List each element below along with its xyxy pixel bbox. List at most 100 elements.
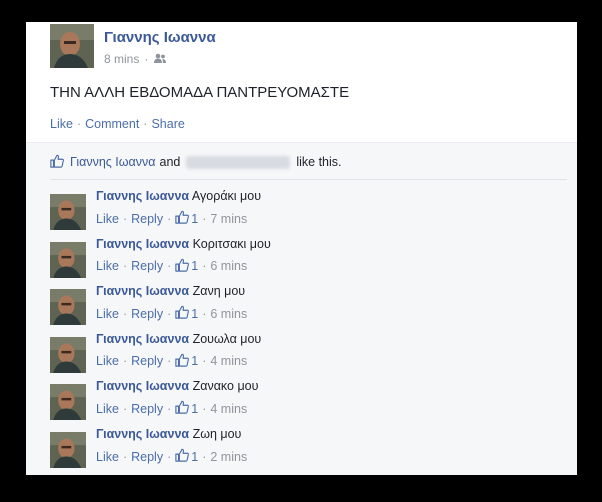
comment-timestamp[interactable]: 2 mins — [210, 450, 247, 464]
comment-like-link[interactable]: Like — [96, 212, 119, 226]
comment-author[interactable]: Γιαννης Ιωαννα — [96, 237, 189, 251]
comment-timestamp[interactable]: 4 mins — [210, 402, 247, 416]
post-timestamp[interactable]: 8 mins — [104, 52, 139, 66]
action-separator: · — [202, 211, 207, 226]
comment-actions: Like · Reply · 1 · 4 mins — [96, 353, 247, 370]
comment-body: Γιαννης Ιωαννα Κοριτσακι μου — [96, 237, 271, 251]
thumbs-up-icon[interactable] — [175, 353, 190, 370]
comment-author[interactable]: Γιαννης Ιωαννα — [96, 379, 189, 393]
meta-separator: · — [144, 52, 149, 66]
likes-summary: Γιαννης Ιωαννα and like this. — [50, 153, 342, 171]
comment-avatar[interactable] — [50, 289, 86, 326]
comment-reply-link[interactable]: Reply — [131, 212, 163, 226]
comment-reply-link[interactable]: Reply — [131, 402, 163, 416]
action-separator: · — [122, 259, 128, 274]
comment-body: Γιαννης Ιωαννα Ζωη μου — [96, 427, 241, 441]
likes-suffix: like this. — [296, 155, 342, 169]
comment-like-count[interactable]: 1 — [191, 259, 198, 273]
comment-item: Γιαννης Ιωαννα Κοριτσακι μου Like · Reply · 1… — [50, 237, 550, 281]
action-separator: · — [122, 401, 128, 416]
action-separator: · — [167, 211, 172, 226]
comment-text: Αγοράκι μου — [191, 189, 262, 203]
comment-reply-link[interactable]: Reply — [131, 307, 163, 321]
comment-reply-link[interactable]: Reply — [131, 259, 163, 273]
likes-name-link[interactable]: Γιαννης Ιωαννα — [70, 155, 156, 169]
author-avatar[interactable] — [50, 24, 94, 68]
action-separator: · — [122, 354, 128, 369]
comment-avatar[interactable] — [50, 432, 86, 468]
comment-item: Γιαννης Ιωαννα Αγοράκι μου Like · Reply · 1 · 7… — [50, 189, 550, 233]
comment-text: Ζωη μου — [192, 427, 242, 441]
comment-actions: Like · Reply · 1 · 4 mins — [96, 400, 247, 417]
action-separator: · — [76, 117, 82, 131]
comment-timestamp[interactable]: 6 mins — [210, 259, 247, 273]
comment-like-link[interactable]: Like — [96, 450, 119, 464]
comment-text: Κοριτσακι μου — [192, 236, 271, 251]
comment-actions: Like · Reply · 1 · 6 mins — [96, 258, 247, 275]
divider — [50, 179, 567, 180]
comment-timestamp[interactable]: 6 mins — [210, 307, 247, 321]
thumbs-up-icon[interactable] — [175, 448, 190, 465]
thumbs-up-icon[interactable] — [175, 258, 190, 275]
comment-author[interactable]: Γιαννης Ιωαννα — [96, 332, 189, 346]
post-card: Γιαννης Ιωαννα 8 mins · ΤΗΝ ΑΛΛΗ ΕΒΔΟΜΑΔ… — [26, 22, 577, 475]
comment-author[interactable]: Γιαννης Ιωαννα — [96, 284, 189, 298]
post-author-name[interactable]: Γιαννης Ιωαννα — [104, 29, 216, 46]
comment-author[interactable]: Γιαννης Ιωαννα — [96, 427, 189, 441]
post-actions: Like · Comment · Share — [50, 117, 185, 131]
comment-text: Ζουωλα μου — [192, 331, 262, 346]
post-share-link[interactable]: Share — [151, 117, 184, 131]
thumbs-up-icon[interactable] — [175, 400, 190, 417]
comment-like-count[interactable]: 1 — [191, 212, 198, 226]
comment-timestamp[interactable]: 7 mins — [210, 212, 247, 226]
comment-body: Γιαννης Ιωαννα Ζανη μου — [96, 284, 245, 298]
comment-like-link[interactable]: Like — [96, 307, 119, 321]
likes-and: and — [159, 155, 181, 169]
action-separator: · — [143, 117, 148, 131]
comment-like-link[interactable]: Like — [96, 354, 119, 368]
comment-item: Γιαννης Ιωαννα Ζωη μου Like · Reply · 1 · 2 min… — [50, 427, 550, 471]
comment-like-count[interactable]: 1 — [191, 450, 198, 464]
post-comment-link[interactable]: Comment — [85, 117, 139, 131]
comment-reply-link[interactable]: Reply — [131, 450, 163, 464]
comment-like-link[interactable]: Like — [96, 402, 119, 416]
action-separator: · — [202, 449, 207, 464]
comment-body: Γιαννης Ιωαννα Ζουωλα μου — [96, 332, 261, 346]
thumbs-up-icon — [50, 154, 64, 171]
thumbs-up-icon[interactable] — [175, 305, 190, 322]
comment-avatar[interactable] — [50, 384, 86, 421]
comment-actions: Like · Reply · 1 · 6 mins — [96, 305, 247, 322]
action-separator: · — [202, 401, 207, 416]
action-separator: · — [122, 449, 128, 464]
post-text: ΤΗΝ ΑΛΛΗ ΕΒΔΟΜΑΔΑ ΠΑΝΤΡΕΥΟΜΑΣΤΕ — [50, 84, 350, 101]
post-meta: 8 mins · — [104, 52, 167, 66]
comment-item: Γιαννης Ιωαννα Ζανακο μου Like · Reply · 1 · 4 … — [50, 379, 550, 423]
comment-avatar[interactable] — [50, 241, 86, 278]
action-separator: · — [122, 211, 128, 226]
comment-item: Γιαννης Ιωαννα Ζανη μου Like · Reply · 1 · 6 mi… — [50, 284, 550, 328]
comment-author[interactable]: Γιαννης Ιωαννα — [96, 189, 189, 203]
comment-like-count[interactable]: 1 — [191, 402, 198, 416]
comment-item: Γιαννης Ιωαννα Ζουωλα μου Like · Reply · 1 · 4 … — [50, 332, 550, 376]
comment-timestamp[interactable]: 4 mins — [210, 354, 247, 368]
comment-text: Ζανη μου — [192, 284, 246, 299]
comment-actions: Like · Reply · 1 · 2 mins — [96, 448, 247, 465]
comment-like-count[interactable]: 1 — [191, 354, 198, 368]
friends-icon[interactable] — [153, 52, 167, 66]
action-separator: · — [167, 306, 172, 321]
comment-avatar[interactable] — [50, 336, 86, 373]
action-separator: · — [167, 401, 172, 416]
action-separator: · — [202, 306, 207, 321]
action-separator: · — [202, 259, 207, 274]
feedback-section: Γιαννης Ιωαννα and like this. Γιαννης Ιω… — [26, 142, 577, 475]
thumbs-up-icon[interactable] — [175, 210, 190, 227]
redacted-name — [186, 155, 291, 169]
action-separator: · — [202, 354, 207, 369]
action-separator: · — [167, 259, 172, 274]
comment-reply-link[interactable]: Reply — [131, 354, 163, 368]
post-like-link[interactable]: Like — [50, 117, 73, 131]
comment-avatar[interactable] — [50, 194, 86, 230]
comment-like-count[interactable]: 1 — [191, 307, 198, 321]
comment-like-link[interactable]: Like — [96, 259, 119, 273]
action-separator: · — [122, 306, 128, 321]
